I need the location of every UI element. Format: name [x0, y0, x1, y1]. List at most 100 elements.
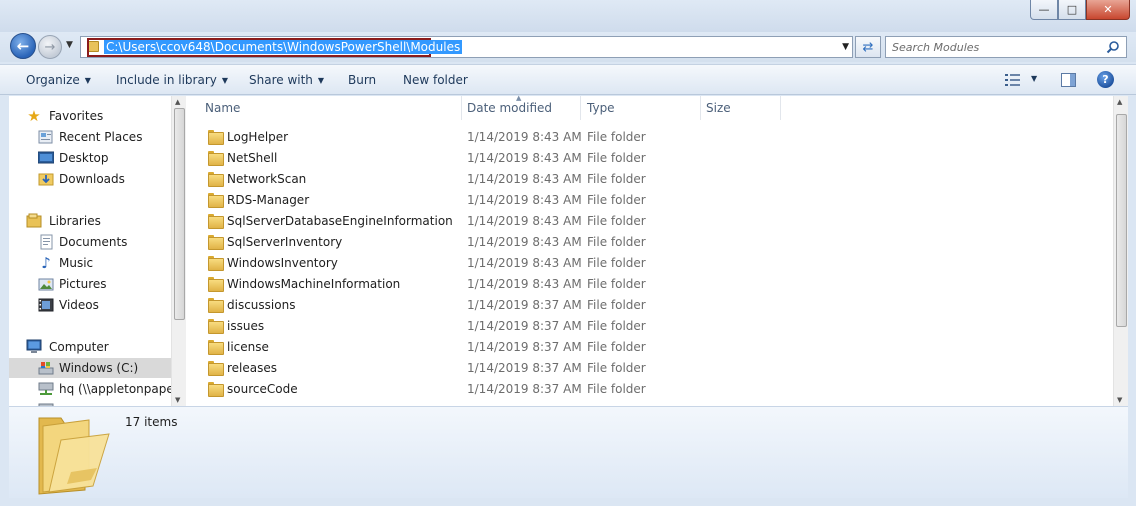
search-input[interactable] [892, 39, 1097, 55]
table-row[interactable]: WindowsInventory 1/14/2019 8:43 AM File fo… [186, 253, 1113, 274]
include-in-library-menu[interactable]: Include in library ▼ [116, 73, 228, 87]
navigation-pane-scrollbar[interactable]: ▲ ▼ [171, 96, 186, 406]
item-count: 17 items [125, 415, 178, 429]
nav-libraries[interactable]: Libraries [9, 211, 171, 231]
file-type: File folder [587, 214, 646, 228]
nav-item-desktop[interactable]: Desktop [9, 148, 171, 168]
table-row[interactable]: RDS-Manager 1/14/2019 8:43 AM File folder [186, 190, 1113, 211]
nav-item-label: Pictures [59, 277, 107, 291]
burn-button[interactable]: Burn [348, 73, 376, 87]
table-row[interactable]: sourceCode 1/14/2019 8:37 AM File folder [186, 379, 1113, 400]
folder-icon [208, 340, 224, 355]
folder-icon [208, 172, 224, 187]
file-name: LogHelper [227, 130, 289, 144]
table-row[interactable]: releases 1/14/2019 8:37 AM File folder [186, 358, 1113, 379]
column-header-name[interactable]: Name [199, 96, 462, 120]
forward-button[interactable]: → [38, 35, 62, 59]
nav-computer[interactable]: Computer [9, 337, 171, 357]
computer-icon [26, 339, 42, 355]
folder-icon [208, 151, 224, 166]
nav-item-music[interactable]: ♪ Music [9, 253, 171, 273]
preview-pane-icon[interactable] [1061, 73, 1076, 87]
folder-icon [208, 298, 224, 313]
address-bar[interactable]: C:\Users\ccov648\Documents\WindowsPowerS… [80, 36, 853, 58]
file-type: File folder [587, 277, 646, 291]
nav-item-label: Downloads [59, 172, 125, 186]
scrollbar-thumb[interactable] [174, 108, 185, 320]
scroll-down-arrow-icon[interactable]: ▼ [175, 396, 180, 404]
table-row[interactable]: discussions 1/14/2019 8:37 AM File folder [186, 295, 1113, 316]
nav-item-recent-places[interactable]: Recent Places [9, 127, 171, 147]
chevron-down-icon: ▼ [317, 76, 325, 85]
nav-favorites-label: Favorites [49, 109, 104, 123]
scroll-down-arrow-icon[interactable]: ▼ [1117, 396, 1122, 404]
folder-icon [208, 319, 224, 334]
column-header-date-modified[interactable]: Date modified [461, 96, 581, 120]
nav-item-label: Videos [59, 298, 99, 312]
nav-item-label: Music [59, 256, 94, 270]
folder-icon [208, 193, 224, 208]
close-button[interactable]: ✕ [1086, 0, 1130, 20]
file-date-modified: 1/14/2019 8:43 AM [467, 235, 582, 249]
table-row[interactable]: NetShell 1/14/2019 8:43 AM File folder [186, 148, 1113, 169]
include-in-library-label: Include in library [116, 73, 217, 87]
drive-icon [38, 360, 54, 376]
organize-menu[interactable]: Organize ▼ [26, 73, 91, 87]
nav-item-downloads[interactable]: Downloads [9, 169, 171, 189]
nav-item-label: hq (\\appletonpapers [59, 382, 171, 396]
nav-computer-label: Computer [49, 340, 109, 354]
nav-item-pictures[interactable]: Pictures [9, 274, 171, 294]
table-row[interactable]: issues 1/14/2019 8:37 AM File folder [186, 316, 1113, 337]
column-header-size[interactable]: Size [700, 96, 781, 120]
nav-item-videos[interactable]: Videos [9, 295, 171, 315]
chevron-down-icon: ▼ [221, 76, 229, 85]
scroll-up-arrow-icon[interactable]: ▲ [1117, 98, 1122, 106]
help-icon[interactable]: ? [1097, 71, 1114, 88]
back-button[interactable]: ← [10, 33, 36, 59]
file-type: File folder [587, 172, 646, 186]
table-row[interactable]: NetworkScan 1/14/2019 8:43 AM File folder [186, 169, 1113, 190]
table-row[interactable]: LogHelper 1/14/2019 8:43 AM File folder [186, 127, 1113, 148]
table-row[interactable]: SqlServerInventory 1/14/2019 8:43 AM File … [186, 232, 1113, 253]
nav-item-label: Documents [59, 235, 128, 249]
nav-favorites[interactable]: ★ Favorites [9, 106, 171, 126]
large-folder-icon [38, 417, 110, 495]
file-name: NetShell [227, 151, 278, 165]
file-type: File folder [587, 340, 646, 354]
view-options-dropdown-icon[interactable]: ▼ [1031, 74, 1037, 83]
scrollbar-thumb[interactable] [1116, 114, 1127, 327]
file-date-modified: 1/14/2019 8:43 AM [467, 214, 582, 228]
table-row[interactable]: SqlServerDatabaseEngineInformation 1/14/2… [186, 211, 1113, 232]
minimize-button[interactable]: — [1030, 0, 1058, 20]
music-note-icon: ♪ [41, 254, 51, 272]
new-folder-button[interactable]: New folder [403, 73, 468, 87]
file-date-modified: 1/14/2019 8:37 AM [467, 361, 582, 375]
share-with-menu[interactable]: Share with ▼ [249, 73, 324, 87]
table-row[interactable]: WindowsMachineInformation 1/14/2019 8:43 … [186, 274, 1113, 295]
file-list-scrollbar[interactable]: ▲ ▼ [1113, 96, 1128, 406]
maximize-button[interactable]: □ [1058, 0, 1086, 20]
search-box[interactable] [885, 36, 1127, 58]
change-view-icon[interactable] [1005, 73, 1021, 87]
address-dropdown-icon[interactable]: ▼ [842, 42, 849, 52]
recent-places-icon [38, 129, 54, 145]
recent-pages-dropdown[interactable]: ▼ [66, 40, 73, 50]
address-path[interactable]: C:\Users\ccov648\Documents\WindowsPowerS… [104, 40, 463, 54]
table-row[interactable]: license 1/14/2019 8:37 AM File folder [186, 337, 1113, 358]
file-type: File folder [587, 256, 646, 270]
folder-icon [208, 382, 224, 397]
title-bar: — □ ✕ [0, 0, 1136, 32]
file-name: license [227, 340, 269, 354]
column-header-type[interactable]: Type [581, 96, 701, 120]
search-icon[interactable] [1106, 40, 1120, 54]
file-type: File folder [587, 298, 646, 312]
file-date-modified: 1/14/2019 8:43 AM [467, 151, 582, 165]
navigation-pane: ★ Favorites Recent Places Desktop Downlo… [9, 96, 171, 406]
nav-item-documents[interactable]: Documents [9, 232, 171, 252]
file-name: discussions [227, 298, 296, 312]
libraries-icon [26, 213, 42, 229]
nav-item-windows-c[interactable]: Windows (C:) [9, 358, 171, 378]
refresh-button[interactable]: ⇄ [855, 36, 881, 58]
scroll-up-arrow-icon[interactable]: ▲ [175, 98, 180, 106]
nav-item-network-drive[interactable]: hq (\\appletonpapers [9, 379, 171, 399]
